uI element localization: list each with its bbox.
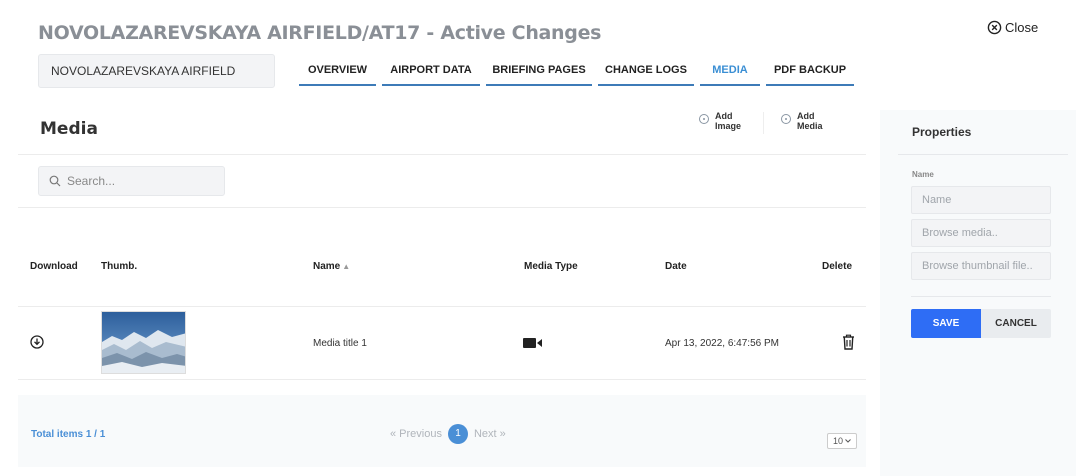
add-image-button[interactable]: Add Image xyxy=(699,111,741,131)
divider xyxy=(18,306,866,307)
add-media-button[interactable]: Add Media xyxy=(781,111,823,131)
close-circle-icon xyxy=(987,20,1002,35)
divider xyxy=(898,154,1068,155)
column-header-name[interactable]: Name ▲ xyxy=(313,261,350,272)
divider xyxy=(18,207,866,208)
properties-title: Properties xyxy=(912,125,972,139)
media-name-cell: Media title 1 xyxy=(313,338,367,349)
download-icon[interactable] xyxy=(30,335,44,349)
add-circle-icon xyxy=(699,114,709,124)
sort-ascending-icon: ▲ xyxy=(342,262,351,271)
next-page-button[interactable]: Next » xyxy=(474,428,506,440)
column-header-delete: Delete xyxy=(822,261,853,272)
name-field[interactable] xyxy=(911,186,1051,214)
media-date-cell: Apr 13, 2022, 6:47:56 PM xyxy=(665,338,779,349)
media-section-title: Media xyxy=(40,119,98,139)
total-items-count: Total items 1 / 1 xyxy=(31,429,106,440)
search-box[interactable] xyxy=(38,166,225,196)
column-header-thumb: Thumb. xyxy=(101,261,138,272)
divider xyxy=(911,296,1051,297)
video-camera-icon xyxy=(523,338,542,348)
tab-airport-data[interactable]: AIRPORT DATA xyxy=(382,60,480,86)
page-size-value: 10 xyxy=(832,436,843,446)
column-header-download: Download xyxy=(30,261,78,272)
tab-pdf-backup[interactable]: PDF BACKUP xyxy=(766,60,854,86)
divider xyxy=(18,379,866,380)
page-size-select[interactable]: 10 xyxy=(827,433,857,449)
column-header-date: Date xyxy=(665,261,687,272)
name-label: Name xyxy=(912,170,934,179)
search-icon xyxy=(49,175,61,187)
chevron-down-icon xyxy=(845,439,851,443)
tab-media[interactable]: MEDIA xyxy=(700,60,760,86)
column-header-name-label: Name xyxy=(313,261,341,272)
close-label: Close xyxy=(1005,20,1039,35)
add-image-label: Add Image xyxy=(715,111,742,131)
tab-overview[interactable]: OVERVIEW xyxy=(299,60,376,86)
page-number-button[interactable]: 1 xyxy=(447,424,468,444)
browse-media-field[interactable] xyxy=(911,219,1051,247)
search-input[interactable] xyxy=(67,174,217,188)
browse-thumbnail-field[interactable] xyxy=(911,252,1051,280)
trash-icon[interactable] xyxy=(842,334,855,350)
properties-panel xyxy=(880,110,1076,476)
media-header: Media Add Image Add Media xyxy=(18,102,866,155)
previous-page-button[interactable]: « Previous xyxy=(390,428,442,440)
mountain-landscape-image xyxy=(102,312,185,373)
close-button[interactable]: Close xyxy=(987,20,1038,35)
airport-name-field[interactable]: NOVOLAZAREVSKAYA AIRFIELD xyxy=(38,54,275,88)
cancel-button[interactable]: CANCEL xyxy=(981,309,1051,338)
tab-briefing-pages[interactable]: BRIEFING PAGES xyxy=(486,60,592,86)
column-header-media-type: Media Type xyxy=(524,261,578,272)
add-circle-icon xyxy=(781,114,791,124)
page-title: NOVOLAZAREVSKAYA AIRFIELD/AT17 - Active … xyxy=(38,22,602,44)
media-thumbnail[interactable] xyxy=(101,311,186,374)
divider xyxy=(763,112,764,134)
save-button[interactable]: SAVE xyxy=(911,309,981,338)
add-media-label: Add Media xyxy=(797,111,823,131)
tab-change-logs[interactable]: CHANGE LOGS xyxy=(598,60,694,86)
pagination: « Previous 1 Next » xyxy=(390,424,506,444)
